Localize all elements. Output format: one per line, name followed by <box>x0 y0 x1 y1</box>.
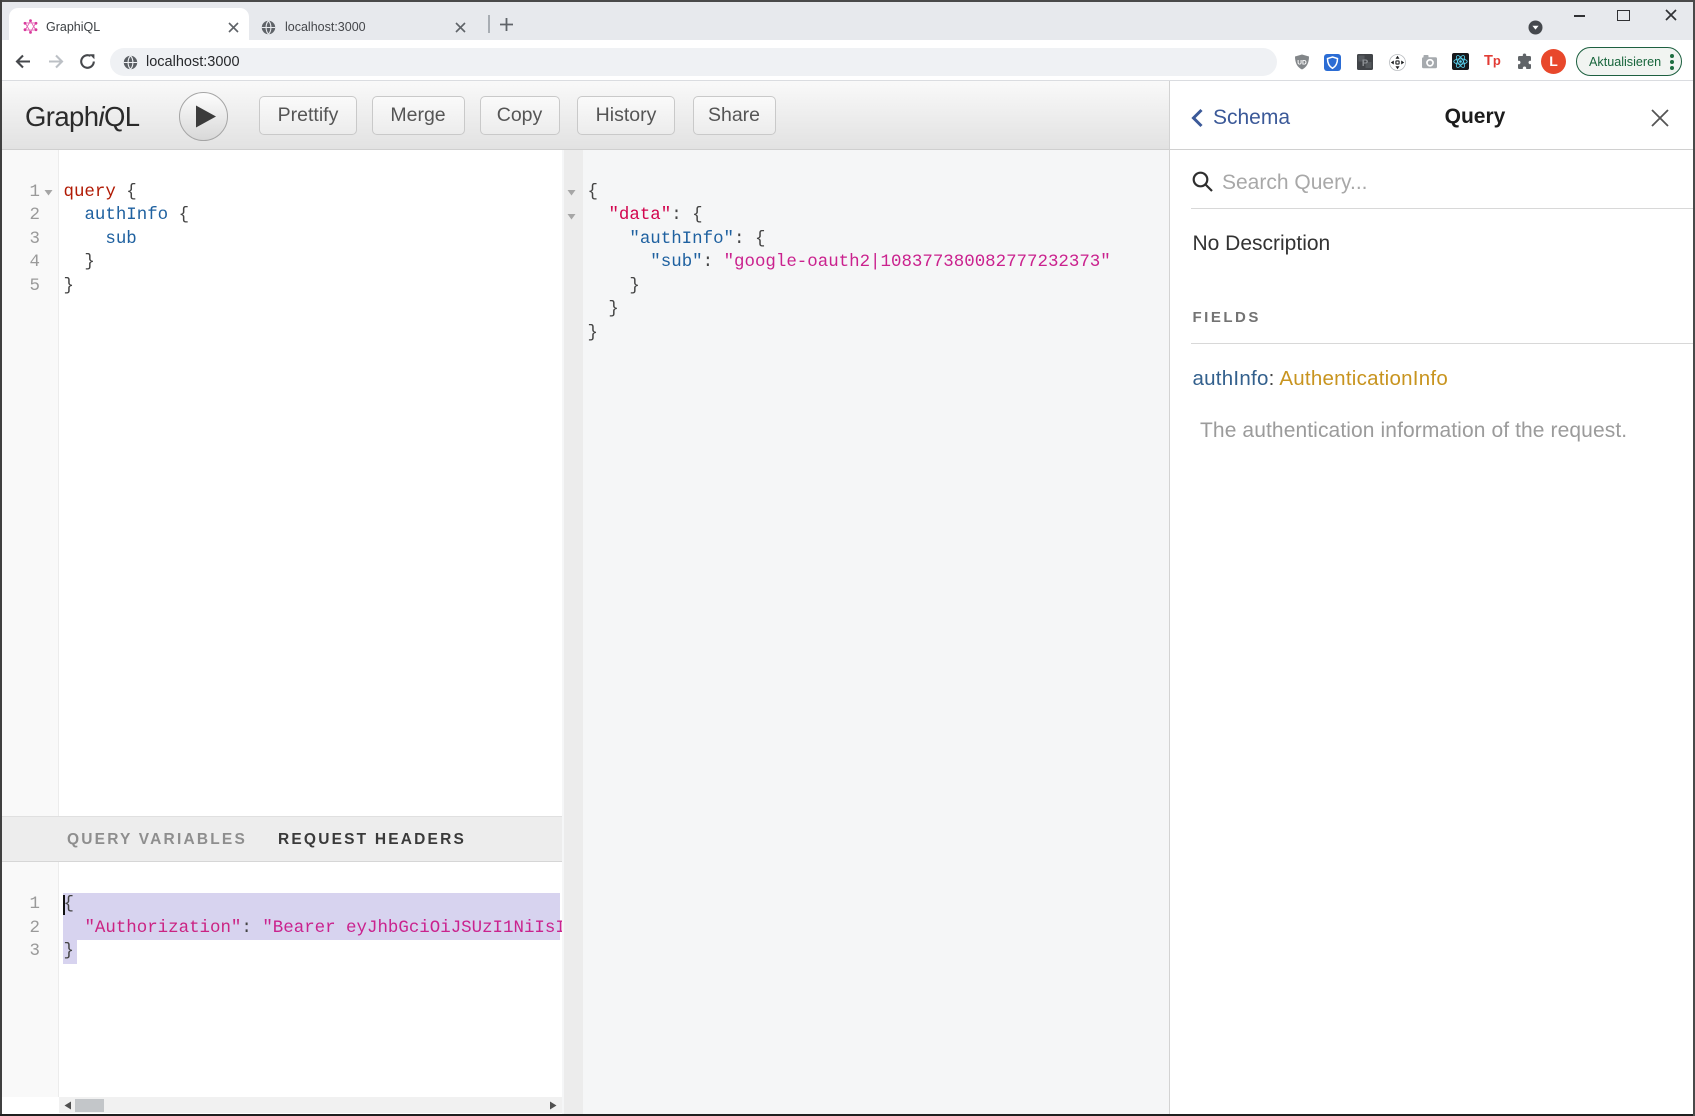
svg-text:UD: UD <box>1297 60 1307 67</box>
svg-text:P: P <box>1362 58 1369 69</box>
